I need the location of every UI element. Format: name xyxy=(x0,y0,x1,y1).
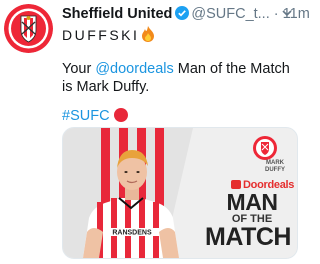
media-card[interactable]: RANSDENS MARK DUFFY Doordeals MAN OF THE… xyxy=(62,127,298,259)
sheffield-united-crest-icon xyxy=(4,4,53,53)
tweet-line1: DUFFSKI xyxy=(62,26,155,45)
user-handle[interactable]: @SUFC_t... xyxy=(191,6,269,22)
text-before: Your xyxy=(62,61,96,77)
hashtag-link[interactable]: #SUFC xyxy=(62,108,110,124)
motm-match: MATCH xyxy=(205,223,291,251)
red-circle-emoji-icon xyxy=(113,108,128,122)
separator-dot: · xyxy=(273,6,279,22)
tweet-header: Sheffield United @SUFC_t... · 11m xyxy=(62,6,310,26)
hashtag-line: #SUFC xyxy=(62,108,128,124)
tweet-text: Your @doordeals Man of the Match is Mark… xyxy=(62,60,294,96)
duffski-text: DUFFSKI xyxy=(62,27,140,43)
mention-link[interactable]: @doordeals xyxy=(95,61,173,77)
display-name[interactable]: Sheffield United xyxy=(62,6,172,22)
fire-emoji-icon xyxy=(141,26,155,45)
avatar[interactable] xyxy=(4,4,53,53)
player-label-first: MARK xyxy=(266,160,284,166)
verified-badge-icon xyxy=(175,6,190,24)
club-crest-icon xyxy=(253,136,277,160)
motm-man: MAN xyxy=(226,189,278,215)
player-label-last: DUFFY xyxy=(265,167,285,173)
shirt-sponsor-text: RANSDENS xyxy=(112,230,152,237)
doordeals-icon xyxy=(231,180,241,189)
chevron-down-icon[interactable] xyxy=(280,6,294,24)
player-label: MARK DUFFY xyxy=(253,160,297,174)
